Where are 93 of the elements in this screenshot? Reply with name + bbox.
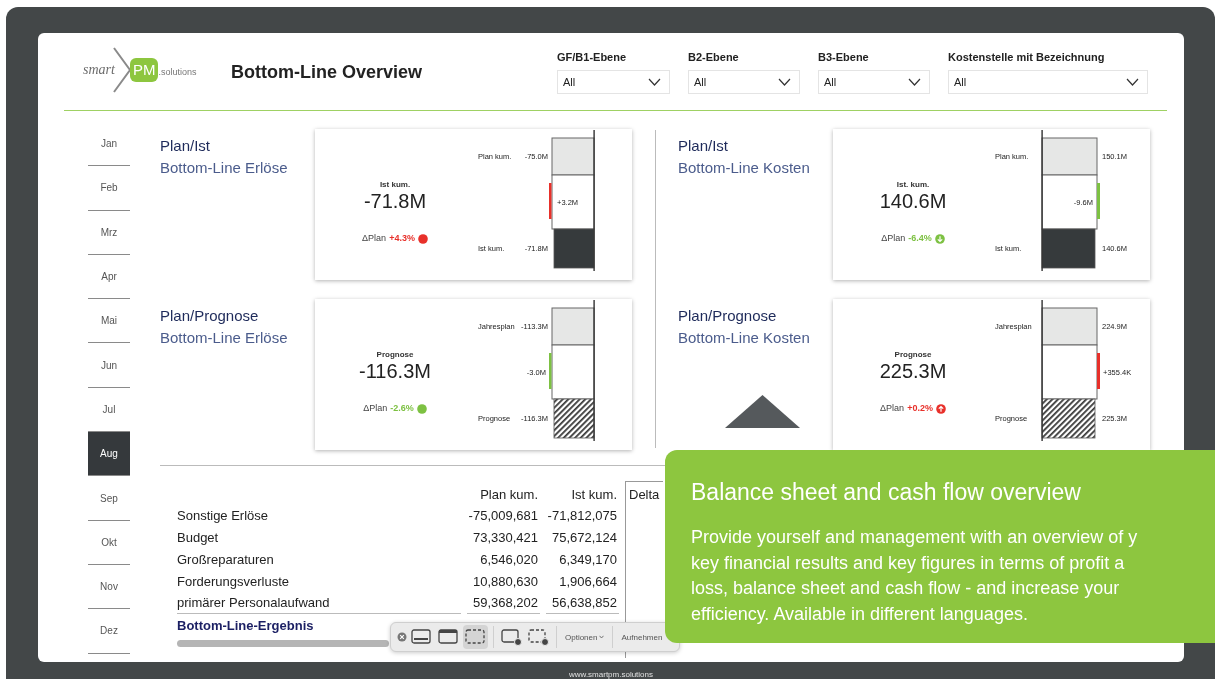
delta-label: ΔPlan [362,233,387,244]
dropdown-field[interactable]: All [818,70,930,94]
section-title: Plan/Ist [678,137,730,155]
column-header: Delta [628,486,661,504]
plan-bar [551,137,595,176]
delta-value: -2.6% [390,403,414,414]
filter-label: B2-Ebene [688,50,740,64]
bar-outline [551,174,595,230]
table-cell-text: 6,546,020 [479,550,539,569]
dropdown-field[interactable]: All [688,70,800,94]
table-cell-text: 10,880,630 [471,572,539,591]
bar-outline [1041,174,1098,230]
total-label: Bottom-Line-Ergebnis [177,616,315,635]
month-tab[interactable]: Jan [88,122,130,167]
plan-bar [551,307,595,346]
chevron-down-icon [1126,78,1139,86]
kpi-label: Ist kum. [379,180,411,190]
section-subtitle: Bottom-Line Kosten [678,328,811,348]
filter-label: Kostenstelle mit Bezeichnung [948,50,1106,64]
kpi-value: -116.3M [359,360,431,382]
month-tab[interactable]: Mrz [88,210,130,255]
chevron-down-icon [778,78,791,86]
month-tab[interactable]: Apr [88,254,130,300]
selection-icon [465,628,486,646]
table-cell-text: -71,812,075 [546,506,618,525]
delta-value: +4.3% [389,233,415,244]
delta-label: ΔPlan [881,233,906,244]
logo-suffix: .solutions [158,67,197,77]
promo-text: Provide yourself and management with an overview of y key financial results and key figures in terms of profit a loss, balance sheet and cash flow - and increase your efficiency. Available in different languages. [691,526,1138,626]
column-header: Plan kum. [479,486,539,504]
promo-title: Balance sheet and cash flow overview [691,478,1082,507]
close-icon[interactable] [397,632,407,642]
month-tab[interactable]: Jun [88,343,130,388]
filter-label: GF/B1-Ebene [557,50,628,64]
section-subtitle: Bottom-Line Erlöse [160,328,289,348]
kpi-value: 140.6M [879,190,947,212]
kpi-value: -71.8M [363,190,427,212]
delta-value: -6.4% [908,233,932,244]
month-tab[interactable]: Nov [88,564,130,610]
column-header: Ist kum. [570,486,618,504]
row-label: Sonstige Erlöse [177,506,270,525]
row-label: primärer Personalaufwand [177,592,461,614]
bar-outline [1041,344,1098,400]
window-icon [438,628,459,646]
month-tab[interactable]: Feb [88,166,130,211]
section-title: Plan/Prognose [678,307,778,325]
logo-badge: PM [129,58,159,82]
month-tab[interactable]: Sep [88,476,130,521]
delta-value: +0.2% [907,403,933,414]
bar-outline [551,344,595,400]
table-cell: 59,368,202 [467,592,540,614]
plan-bar [1041,307,1098,346]
month-tab[interactable]: Dez [88,609,130,654]
dropdown-field[interactable]: All [557,70,670,94]
delta-label: ΔPlan [363,403,388,414]
row-label: Großreparaturen [177,550,275,569]
dropdown-field[interactable]: All [948,70,1148,94]
table-cell-text: 1,906,664 [558,572,618,591]
scrollbar[interactable] [177,640,389,647]
chevron-down-icon [908,78,921,86]
table-cell-text: 6,349,170 [558,550,618,569]
table-cell-text: -75,009,681 [467,506,539,525]
delta-label: ΔPlan [880,403,905,414]
screen-icon [411,628,432,646]
section-title: Plan/Prognose [160,307,260,325]
kpi-label: Ist. kum. [896,180,930,190]
month-tab[interactable]: Aug [88,432,130,477]
filter-label: B3-Ebene [818,50,870,64]
kpi-label: Prognose [376,350,414,360]
record-selection-icon [528,628,549,646]
row-label: Budget [177,528,220,547]
kpi-value: 225.3M [879,360,947,382]
record-screen-icon [501,628,522,646]
table-cell: 56,638,852 [546,592,619,614]
logo-wordmark: smart [83,62,115,78]
section-title: Plan/Ist [160,137,212,155]
chevron-down-icon [648,78,661,86]
website-url: www.smartpm.solutions [569,670,653,679]
capture-button[interactable]: Aufnehmen [618,632,666,642]
section-subtitle: Bottom-Line Kosten [678,158,811,178]
month-tab[interactable]: Okt [88,520,130,565]
options-button[interactable]: Optionen [562,632,608,642]
row-label: Forderungsverluste [177,572,290,591]
plan-bar [1041,137,1098,176]
table-cell-text: 73,330,421 [471,528,539,547]
section-subtitle: Bottom-Line Erlöse [160,158,289,178]
page-title: Bottom-Line Overview [231,61,423,83]
chevron-down-icon [599,635,605,639]
kpi-label: Prognose [894,350,932,360]
toolbar-button[interactable] [463,625,488,649]
table-cell-text: 75,672,124 [550,528,618,547]
triangle-icon [725,395,800,428]
month-tab[interactable]: Mai [88,299,130,344]
